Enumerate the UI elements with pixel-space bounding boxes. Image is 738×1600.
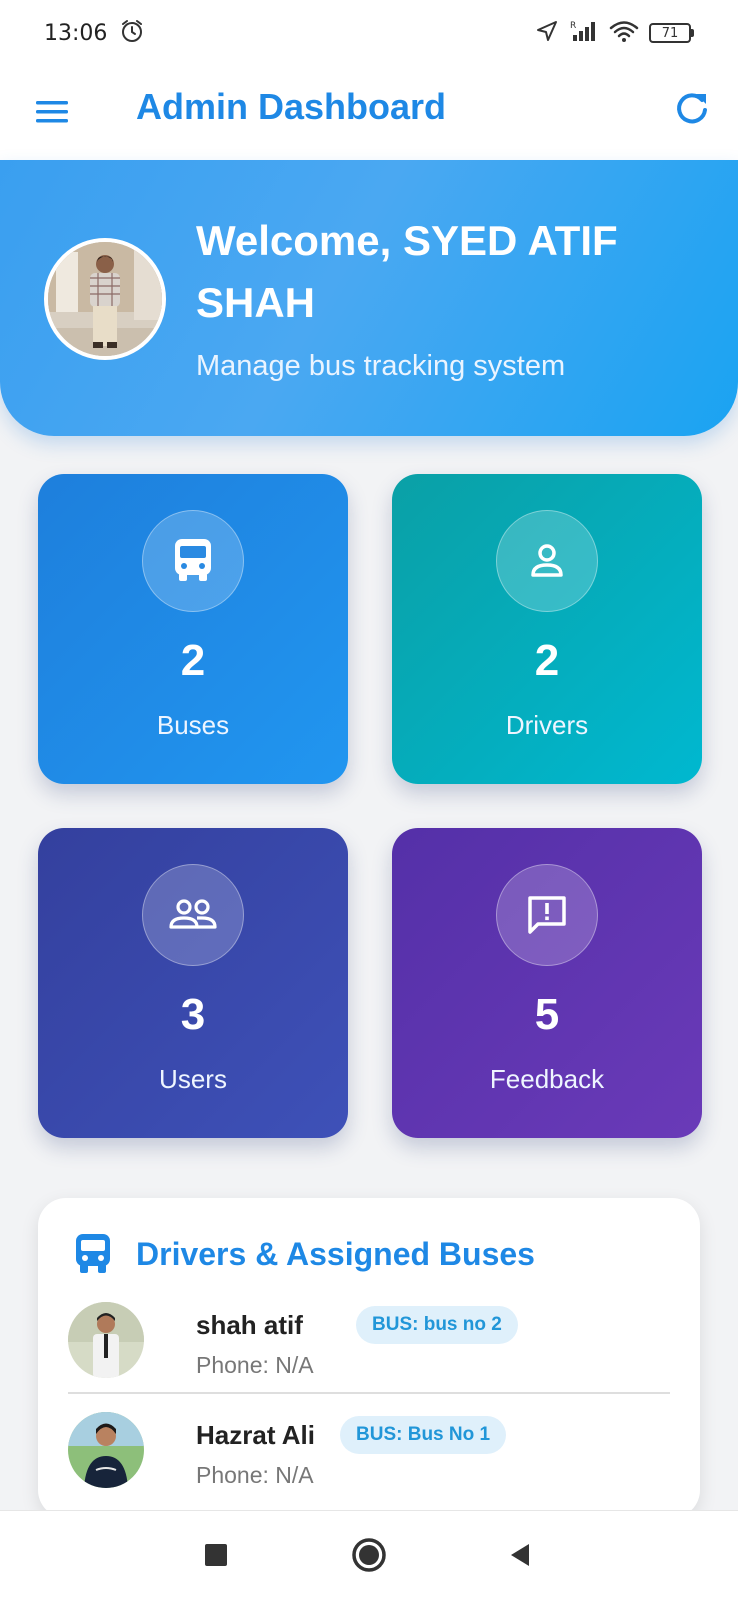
driver-row[interactable]: shah atif BUS: bus no 2 Phone: N/A (68, 1302, 668, 1392)
menu-button[interactable] (34, 94, 74, 134)
status-right: R 71 (535, 19, 694, 48)
app-bar: Admin Dashboard (0, 66, 738, 160)
users-label: Users (159, 1064, 227, 1094)
feedback-icon (528, 896, 566, 934)
drivers-count: 2 (534, 636, 560, 685)
person-icon (531, 544, 563, 577)
driver-phone: Phone: N/A (196, 1352, 314, 1378)
back-triangle-icon (511, 1544, 529, 1566)
feedback-icon-circle (496, 864, 598, 966)
drivers-label: Drivers (505, 710, 589, 740)
status-bar: 13:06 R 71 (0, 0, 738, 66)
home-button[interactable] (347, 1533, 391, 1577)
users-count: 3 (180, 990, 206, 1039)
buses-card[interactable]: 2 Buses (38, 474, 348, 784)
drivers-panel: Drivers & Assigned Buses shah atif BUS: … (38, 1198, 700, 1518)
feedback-label: Feedback (489, 1064, 605, 1094)
signal-icon: R (569, 19, 599, 48)
users-icon-circle (142, 864, 244, 966)
battery-level: 71 (649, 23, 691, 43)
menu-icon (36, 101, 68, 123)
wifi-icon (609, 19, 639, 48)
bus-icon (76, 1234, 110, 1273)
status-time: 13:06 (44, 20, 108, 46)
panel-title: Drivers & Assigned Buses (136, 1235, 535, 1272)
location-arrow-icon (535, 19, 559, 48)
bus-badge: BUS: bus no 2 (356, 1306, 518, 1344)
alarm-icon (119, 18, 145, 49)
divider (68, 1392, 670, 1394)
buses-count: 2 (180, 636, 206, 685)
welcome-heading: Welcome, SYED ATIF SHAH (196, 217, 618, 326)
driver-avatar (68, 1412, 144, 1488)
feedback-card[interactable]: 5 Feedback (392, 828, 702, 1138)
admin-avatar[interactable] (44, 238, 166, 360)
status-left: 13:06 (44, 18, 145, 49)
svg-text:R: R (570, 21, 576, 31)
drivers-card[interactable]: 2 Drivers (392, 474, 702, 784)
refresh-button[interactable] (672, 88, 716, 132)
bus-badge: BUS: Bus No 1 (340, 1416, 507, 1454)
panel-header: Drivers & Assigned Buses (74, 1232, 535, 1276)
battery-tip (691, 29, 694, 37)
driver-row[interactable]: Hazrat Ali BUS: Bus No 1 Phone: N/A (68, 1412, 668, 1502)
recents-button[interactable] (194, 1533, 238, 1577)
drivers-icon-circle (496, 510, 598, 612)
welcome-subtitle: Manage bus tracking system (196, 350, 566, 382)
users-card[interactable]: 3 Users (38, 828, 348, 1138)
driver-avatar (68, 1302, 144, 1378)
welcome-banner: Welcome, SYED ATIF SHAH Manage bus track… (0, 160, 738, 436)
system-nav-bar (0, 1510, 738, 1600)
screen: 13:06 R 71 Admin Dashboard Welcome, SYED… (0, 0, 738, 1600)
buses-label: Buses (156, 710, 230, 740)
refresh-icon (677, 93, 707, 124)
battery-icon: 71 (649, 23, 694, 43)
feedback-count: 5 (534, 990, 560, 1039)
circle-icon (352, 1538, 386, 1572)
driver-phone: Phone: N/A (196, 1462, 314, 1488)
buses-icon-circle (142, 510, 244, 612)
square-icon (205, 1544, 227, 1566)
driver-name: Hazrat Ali (196, 1420, 315, 1450)
driver-name: shah atif (196, 1310, 303, 1340)
page-title: Admin Dashboard (136, 86, 447, 127)
bus-icon (175, 539, 211, 581)
people-icon (169, 899, 217, 929)
back-button[interactable] (498, 1533, 542, 1577)
